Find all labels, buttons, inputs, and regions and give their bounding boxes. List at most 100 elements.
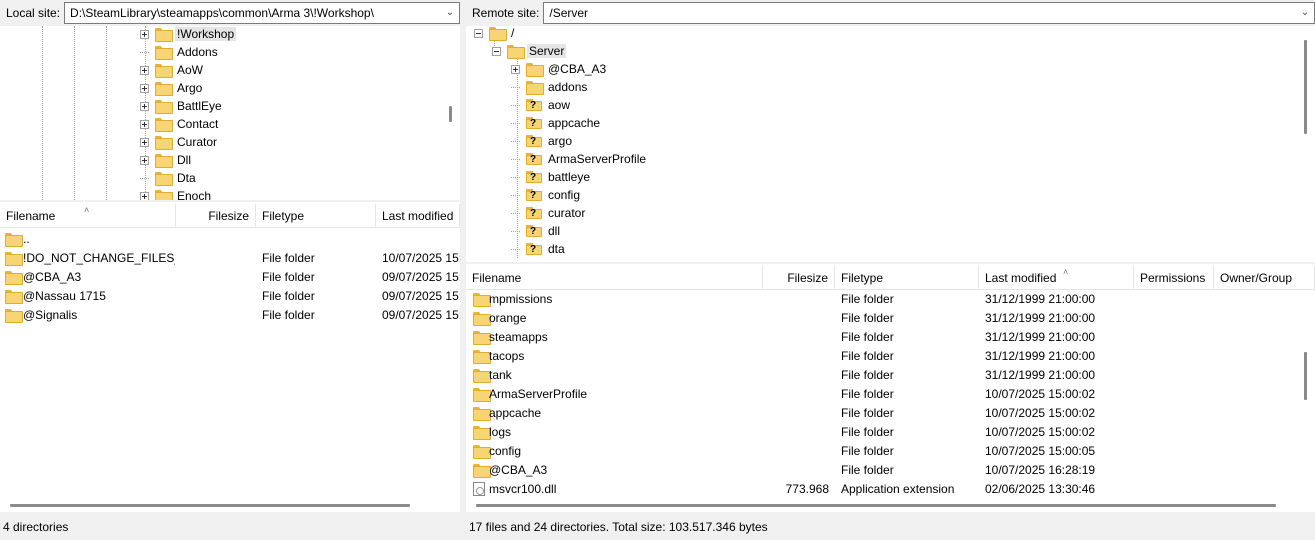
- file-modified: 31/12/1999 21:00:00: [985, 311, 1096, 325]
- expand-plus-icon[interactable]: [140, 83, 149, 93]
- file-type: File folder: [841, 368, 894, 382]
- table-row[interactable]: logs File folder 10/07/2025 15:00:02: [466, 423, 1301, 442]
- table-row[interactable]: steamapps File folder 31/12/1999 21:00:00: [466, 328, 1301, 347]
- remote-tree-item[interactable]: ? ArmaServerProfile: [511, 150, 648, 168]
- remote-tree-item[interactable]: ? config: [511, 186, 582, 204]
- folder-icon: [155, 154, 173, 168]
- file-name: ArmaServerProfile: [489, 387, 588, 401]
- local-col-modified[interactable]: Last modified: [376, 204, 460, 228]
- file-modified: 10/07/2025 15:: [382, 251, 460, 265]
- table-row[interactable]: tacops File folder 31/12/1999 21:00:00: [466, 347, 1301, 366]
- local-tree-item[interactable]: Argo: [140, 79, 204, 97]
- file-modified: 10/07/2025 15:00:02: [985, 406, 1096, 420]
- table-row[interactable]: orange File folder 31/12/1999 21:00:00: [466, 309, 1301, 328]
- table-row[interactable]: ..: [0, 230, 460, 249]
- expand-plus-icon[interactable]: [140, 191, 149, 200]
- expand-plus-icon[interactable]: [511, 64, 520, 74]
- local-site-path-combo[interactable]: D:\SteamLibrary\steamapps\common\Arma 3\…: [64, 2, 460, 24]
- remote-tree-item[interactable]: ? dll: [511, 222, 562, 240]
- remote-site-path-combo[interactable]: /Server ⌄: [543, 2, 1315, 24]
- expand-plus-icon[interactable]: [140, 101, 149, 111]
- remote-tree-server[interactable]: Server: [492, 42, 567, 60]
- local-status-bar: 4 directories: [0, 514, 460, 540]
- local-list-hscrollbar[interactable]: [10, 504, 410, 507]
- local-tree-item[interactable]: Addons: [140, 43, 220, 61]
- remote-directory-tree[interactable]: / Server @CBA_A3 addons? aow? appcache? argo? A…: [466, 26, 1315, 262]
- expand-plus-icon[interactable]: [140, 137, 149, 147]
- remote-col-modified[interactable]: Last modified ˄: [979, 266, 1134, 290]
- folder-icon: [155, 100, 173, 114]
- remote-tree-item[interactable]: @CBA_A3: [511, 60, 608, 78]
- remote-tree-item[interactable]: addons: [511, 78, 589, 96]
- remote-tree-item[interactable]: ? argo: [511, 132, 574, 150]
- file-modified: 10/07/2025 15:00:05: [985, 444, 1096, 458]
- local-col-filetype[interactable]: Filetype: [256, 204, 376, 228]
- remote-tree-scrollbar[interactable]: [1304, 40, 1307, 134]
- remote-col-permissions[interactable]: Permissions: [1134, 266, 1214, 290]
- table-row[interactable]: @Signalis File folder 09/07/2025 15:: [0, 306, 460, 325]
- expand-plus-icon[interactable]: [140, 65, 149, 75]
- local-tree-item[interactable]: !Workshop: [140, 26, 237, 43]
- local-tree-item[interactable]: Dll: [140, 151, 193, 169]
- local-tree-item[interactable]: Contact: [140, 115, 220, 133]
- file-type: File folder: [841, 292, 894, 306]
- file-size: [763, 442, 829, 461]
- local-site-path[interactable]: D:\SteamLibrary\steamapps\common\Arma 3\…: [70, 6, 374, 20]
- chevron-down-icon[interactable]: ⌄: [444, 7, 456, 19]
- table-row[interactable]: mpmissions File folder 31/12/1999 21:00:00: [466, 290, 1301, 309]
- collapse-minus-icon[interactable]: [474, 28, 483, 38]
- folder-icon: [526, 63, 544, 77]
- local-tree-item[interactable]: Dta: [140, 169, 198, 187]
- file-type: File folder: [841, 463, 894, 477]
- remote-tree-label: config: [548, 188, 581, 202]
- remote-col-filetype[interactable]: Filetype: [835, 266, 979, 290]
- table-row[interactable]: tank File folder 31/12/1999 21:00:00: [466, 366, 1301, 385]
- remote-col-filename[interactable]: Filename: [466, 266, 763, 290]
- remote-list-hscrollbar[interactable]: [476, 504, 1276, 507]
- expand-plus-icon[interactable]: [140, 155, 149, 165]
- collapse-minus-icon[interactable]: [492, 46, 501, 56]
- remote-tree-root[interactable]: /: [474, 26, 516, 42]
- file-name: ..: [23, 232, 30, 246]
- local-directory-tree[interactable]: !Workshop Addons AoW Argo BattlEye Contact Cur…: [0, 26, 460, 200]
- remote-tree-item[interactable]: ? appcache: [511, 114, 602, 132]
- remote-list-vscrollbar[interactable]: [1304, 352, 1307, 400]
- remote-col-filesize[interactable]: Filesize: [763, 266, 835, 290]
- file-name: mpmissions: [489, 292, 553, 306]
- local-tree-item[interactable]: Curator: [140, 133, 219, 151]
- table-row[interactable]: config File folder 10/07/2025 15:00:05: [466, 442, 1301, 461]
- table-row[interactable]: @Nassau 1715 File folder 09/07/2025 15:: [0, 287, 460, 306]
- local-col-filename[interactable]: Filename ˄: [0, 204, 176, 228]
- folder-icon: [155, 82, 173, 96]
- table-row[interactable]: appcache File folder 10/07/2025 15:00:02: [466, 404, 1301, 423]
- file-type: File folder: [841, 330, 894, 344]
- file-type: File folder: [841, 349, 894, 363]
- table-row[interactable]: msvcr100.dll 773.968 Application extension…: [466, 480, 1301, 499]
- expand-plus-icon[interactable]: [140, 29, 149, 39]
- expand-plus-icon[interactable]: [140, 119, 149, 129]
- table-row[interactable]: !DO_NOT_CHANGE_FILES_I... File folder 10/0…: [0, 249, 460, 268]
- local-tree-label: BattlEye: [177, 99, 222, 113]
- file-name: orange: [489, 311, 527, 325]
- local-tree-item[interactable]: BattlEye: [140, 97, 224, 115]
- local-tree-item[interactable]: AoW: [140, 61, 205, 79]
- table-row[interactable]: ArmaServerProfile File folder 10/07/2025 1…: [466, 385, 1301, 404]
- table-row[interactable]: @CBA_A3 File folder 09/07/2025 15:: [0, 268, 460, 287]
- chevron-down-icon[interactable]: ⌄: [1299, 7, 1311, 19]
- file-modified: 09/07/2025 15:: [382, 308, 460, 322]
- table-row[interactable]: @CBA_A3 File folder 10/07/2025 16:28:19: [466, 461, 1301, 480]
- remote-tree-item[interactable]: ? battleye: [511, 168, 592, 186]
- remote-col-owner[interactable]: Owner/Group: [1214, 266, 1315, 290]
- folder-icon: [473, 312, 491, 326]
- local-tree-label: Contact: [177, 117, 219, 131]
- remote-site-bar: Remote site: /Server ⌄: [466, 0, 1315, 26]
- file-name: msvcr100.dll: [489, 482, 557, 496]
- remote-site-path[interactable]: /Server: [549, 6, 588, 20]
- remote-tree-item[interactable]: ? curator: [511, 204, 587, 222]
- local-tree-scrollbar[interactable]: [449, 106, 452, 122]
- remote-tree-item[interactable]: ? dta: [511, 240, 567, 258]
- local-col-filesize[interactable]: Filesize: [176, 204, 256, 228]
- remote-tree-item[interactable]: ? aow: [511, 96, 572, 114]
- unknown-folder-icon: ?: [526, 243, 542, 255]
- local-tree-item[interactable]: Enoch: [140, 187, 213, 200]
